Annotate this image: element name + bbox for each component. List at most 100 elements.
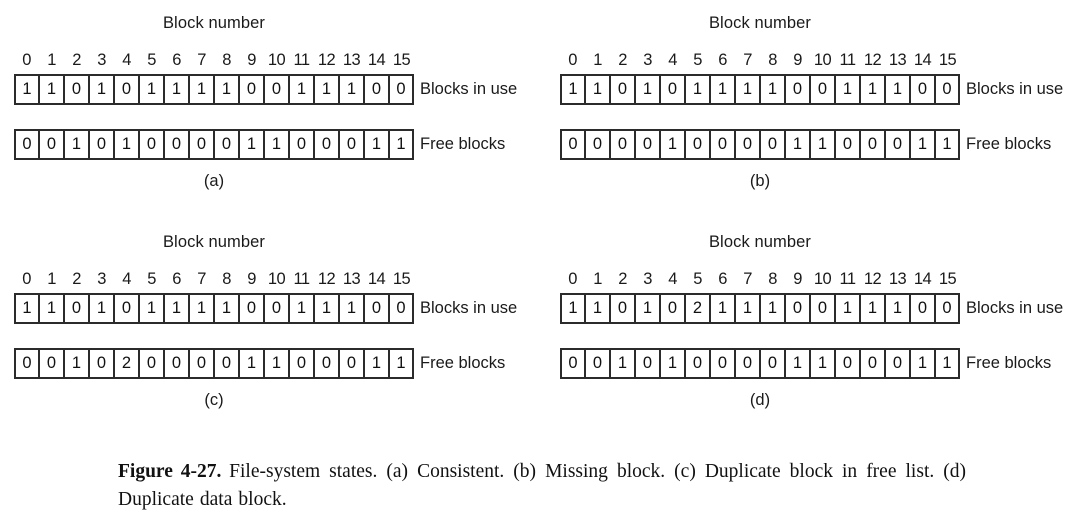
block-index-label: 1 — [593, 270, 602, 288]
panel-b-free-blocks-label: Free blocks — [966, 135, 1052, 153]
bitmap-cell: 1 — [64, 348, 89, 379]
panel-b-block-number-title: Block number — [708, 14, 812, 32]
block-index-label: 4 — [668, 270, 677, 288]
panel-d-blocks-in-use-cells: 1101021110011100 — [560, 293, 960, 324]
bitmap-cell: 1 — [89, 293, 114, 324]
bitmap-cell: 0 — [685, 348, 710, 379]
bitmap-cell: 1 — [860, 74, 885, 105]
bitmap-cell: 0 — [289, 348, 314, 379]
panel-c-block-number-title: Block number — [162, 233, 266, 251]
bitmap-cell: 1 — [389, 348, 414, 379]
panel-d: Block number 0 1 2 3 4 5 6 7 8 9 10 11 12 13 14 15 1101… — [546, 225, 1080, 445]
bitmap-cell: 1 — [339, 74, 364, 105]
bitmap-cell: 1 — [810, 129, 835, 160]
bitmap-cell: 1 — [760, 74, 785, 105]
bitmap-cell: 0 — [660, 293, 685, 324]
panel-d-free-blocks-label: Free blocks — [966, 354, 1052, 372]
bitmap-cell: 0 — [835, 348, 860, 379]
bitmap-cell: 0 — [264, 293, 289, 324]
bitmap-cell: 1 — [239, 348, 264, 379]
bitmap-cell: 0 — [14, 348, 39, 379]
bitmap-cell: 0 — [314, 348, 339, 379]
panel-c-blocks-in-use-cells: 1101011110011100 — [14, 293, 414, 324]
bitmap-cell: 0 — [364, 293, 389, 324]
bitmap-cell: 1 — [935, 348, 960, 379]
bitmap-cell: 0 — [114, 293, 139, 324]
bitmap-cell: 1 — [364, 129, 389, 160]
bitmap-cell: 0 — [935, 74, 960, 105]
panel-c-free-blocks-row: 0010200001100011 Free blocks — [14, 348, 505, 379]
bitmap-cell: 1 — [560, 74, 585, 105]
block-index-label: 13 — [888, 51, 907, 69]
bitmap-cell: 0 — [389, 293, 414, 324]
bitmap-cell: 0 — [735, 348, 760, 379]
bitmap-cell: 0 — [710, 348, 735, 379]
bitmap-cell: 0 — [364, 74, 389, 105]
panel-c-index-ruler: 0 1 2 3 4 5 6 7 8 9 10 11 12 13 14 15 — [14, 268, 414, 290]
bitmap-cell: 0 — [139, 129, 164, 160]
bitmap-cell: 1 — [910, 348, 935, 379]
block-index-label: 1 — [593, 51, 602, 69]
block-index-label: 10 — [267, 270, 286, 288]
block-index-label: 9 — [247, 51, 256, 69]
bitmap-cell: 1 — [114, 129, 139, 160]
block-index-label: 6 — [718, 270, 727, 288]
panel-d-free-blocks-row: 0010100001100011 Free blocks — [560, 348, 1051, 379]
block-index-label: 5 — [147, 270, 156, 288]
panel-d-blocks-in-use-row: 1101021110011100 Blocks in use — [560, 293, 1063, 324]
bitmap-cell: 1 — [14, 74, 39, 105]
bitmap-cell: 0 — [635, 129, 660, 160]
bitmap-cell: 0 — [910, 293, 935, 324]
bitmap-cell: 1 — [785, 348, 810, 379]
block-index-label: 8 — [768, 270, 777, 288]
panel-a-blocks-in-use-cells: 1101011110011100 — [14, 74, 414, 105]
bitmap-cell: 0 — [910, 74, 935, 105]
block-index-label: 5 — [693, 51, 702, 69]
block-index-label: 12 — [317, 51, 336, 69]
block-index-label: 10 — [813, 51, 832, 69]
block-index-label: 5 — [147, 51, 156, 69]
figure-caption-text: File-system states. (a) Consistent. (b) … — [118, 461, 966, 510]
panel-b-index-ruler: 0 1 2 3 4 5 6 7 8 9 10 11 12 13 14 15 — [560, 49, 960, 71]
bitmap-cell: 0 — [264, 74, 289, 105]
block-index-label: 15 — [938, 270, 957, 288]
panel-a-blocks-in-use-row: 1101011110011100 Blocks in use — [14, 74, 517, 105]
bitmap-cell: 0 — [239, 293, 264, 324]
bitmap-cell: 0 — [685, 129, 710, 160]
panel-c-sub-caption: (c) — [204, 391, 224, 409]
block-index-label: 14 — [367, 51, 386, 69]
bitmap-cell: 1 — [214, 74, 239, 105]
block-index-label: 10 — [813, 270, 832, 288]
block-index-label: 6 — [172, 270, 181, 288]
block-index-label: 3 — [643, 51, 652, 69]
block-index-label: 4 — [122, 270, 131, 288]
block-index-label: 9 — [793, 51, 802, 69]
bitmap-cell: 1 — [710, 293, 735, 324]
bitmap-cell: 0 — [610, 293, 635, 324]
bitmap-cell: 0 — [164, 129, 189, 160]
panel-c-free-blocks-cells: 0010200001100011 — [14, 348, 414, 379]
block-index-label: 12 — [863, 270, 882, 288]
block-index-label: 12 — [863, 51, 882, 69]
bitmap-cell: 0 — [560, 129, 585, 160]
bitmap-cell: 0 — [560, 348, 585, 379]
block-index-label: 1 — [47, 270, 56, 288]
bitmap-cell: 1 — [785, 129, 810, 160]
bitmap-cell: 1 — [560, 293, 585, 324]
block-index-label: 11 — [839, 51, 857, 69]
panel-d-block-number-title: Block number — [708, 233, 812, 251]
block-index-label: 2 — [72, 51, 81, 69]
panel-b: Block number 0 1 2 3 4 5 6 7 8 9 10 11 12 13 14 15 1101… — [546, 6, 1080, 226]
bitmap-cell: 0 — [389, 74, 414, 105]
bitmap-cell: 1 — [860, 293, 885, 324]
block-index-label: 12 — [317, 270, 336, 288]
bitmap-cell: 1 — [660, 129, 685, 160]
bitmap-cell: 1 — [164, 74, 189, 105]
panel-a-free-blocks-cells: 0010100001100011 — [14, 129, 414, 160]
block-index-label: 7 — [197, 270, 206, 288]
block-index-label: 4 — [122, 51, 131, 69]
bitmap-cell: 1 — [585, 74, 610, 105]
panel-d-blocks-in-use-label: Blocks in use — [966, 299, 1064, 317]
panel-a: Block number 0 1 2 3 4 5 6 7 8 9 10 11 12 13 14 15 1101… — [0, 6, 540, 226]
bitmap-cell: 1 — [835, 293, 860, 324]
